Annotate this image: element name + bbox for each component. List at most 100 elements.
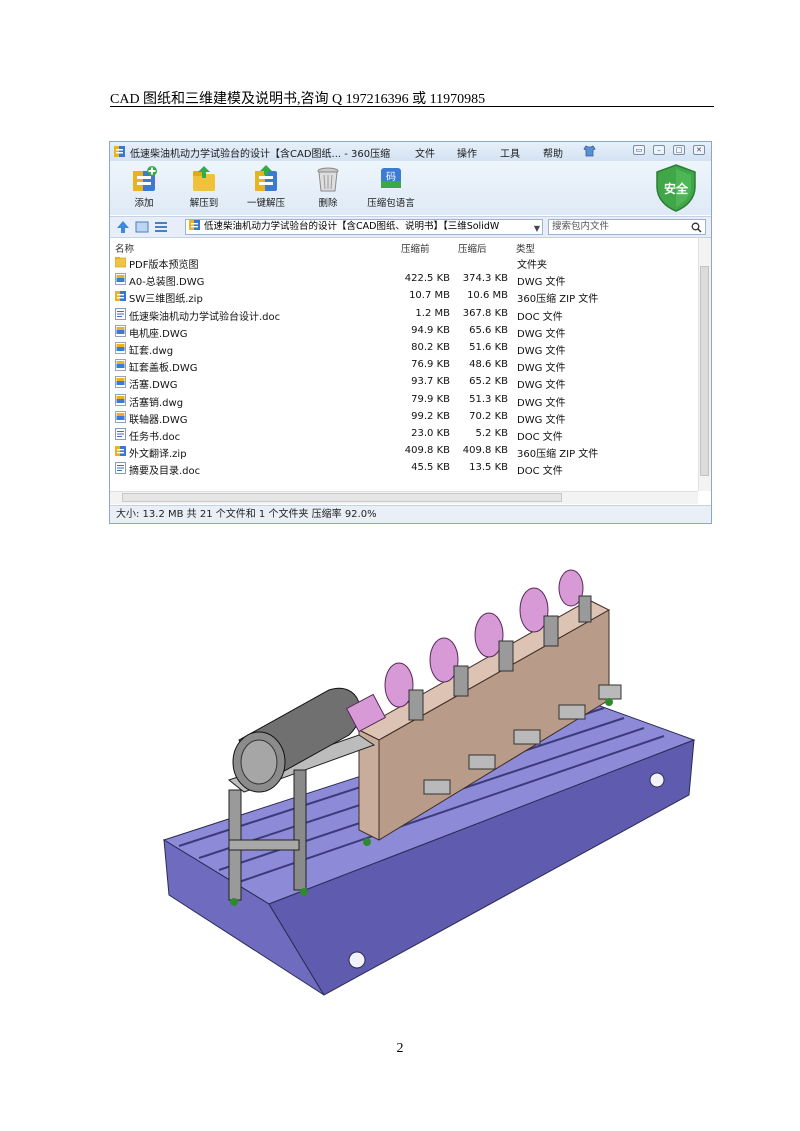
- delete-trash-icon: [317, 167, 339, 192]
- file-row[interactable]: 电机座.DWG 94.9 KB 65.6 KB DWG 文件: [110, 323, 698, 340]
- extract-to-label: 解压到: [189, 198, 219, 209]
- cad-model-render: [109, 540, 713, 1012]
- file-name: PDF版本预览图: [129, 260, 199, 271]
- file-row[interactable]: 摘要及目录.doc 45.5 KB 13.5 KB DOC 文件: [110, 460, 698, 477]
- size-before: 99.2 KB: [411, 410, 450, 422]
- vertical-scrollbar[interactable]: [698, 238, 711, 491]
- menu-tools[interactable]: 工具: [500, 145, 520, 160]
- file-name: 活塞.DWG: [129, 380, 178, 392]
- maximize-button[interactable]: □: [673, 145, 685, 155]
- size-after: 367.8 KB: [462, 307, 508, 319]
- file-row[interactable]: 任务书.doc 23.0 KB 5.2 KB DOC 文件: [110, 426, 698, 443]
- thumbnail-view-icon[interactable]: [135, 220, 149, 234]
- status-bar: 大小: 13.2 MB 共 21 个文件和 1 个文件夹 压缩率 92.0%: [110, 505, 711, 523]
- file-type: 360压缩 ZIP 文件: [517, 294, 599, 306]
- dwg-file-icon: [115, 342, 126, 354]
- feedback-icon[interactable]: ▭: [633, 145, 645, 155]
- close-button[interactable]: ✕: [693, 145, 705, 155]
- file-type: DOC 文件: [517, 311, 563, 323]
- menu-help[interactable]: 帮助: [543, 145, 563, 160]
- file-name: 活塞销.dwg: [129, 397, 184, 409]
- size-after: 10.6 MB: [467, 290, 508, 302]
- list-view-icon[interactable]: [154, 220, 168, 234]
- folder-icon: [115, 257, 126, 268]
- column-after[interactable]: 压缩后: [458, 241, 487, 255]
- header-rule: [110, 106, 714, 107]
- size-before: 80.2 KB: [411, 342, 450, 353]
- size-before: 76.9 KB: [411, 359, 450, 371]
- file-type: DWG 文件: [517, 414, 566, 426]
- one-click-extract-button[interactable]: 一键解压: [238, 165, 294, 213]
- skin-shirt-icon[interactable]: [583, 145, 596, 157]
- title-bar: 低速柴油机动力学试验台的设计【含CAD图纸... - 360压缩 文件 操作 工…: [110, 142, 711, 161]
- file-row[interactable]: PDF版本预览图 文件夹: [110, 254, 698, 271]
- security-badge[interactable]: 安全: [653, 163, 699, 213]
- add-archive-icon: [133, 166, 157, 191]
- file-name: 联轴器.DWG: [129, 414, 188, 426]
- column-type[interactable]: 类型: [516, 241, 535, 255]
- doc-file-icon: [115, 462, 126, 475]
- zip-file-icon: [115, 446, 126, 457]
- size-before: 409.8 KB: [404, 445, 450, 457]
- size-after: 48.6 KB: [469, 359, 508, 371]
- file-row[interactable]: A0-总装图.DWG 422.5 KB 374.3 KB DWG 文件: [110, 271, 698, 288]
- add-button[interactable]: 添加: [116, 165, 172, 213]
- delete-button[interactable]: 删除: [300, 165, 356, 213]
- file-name: A0-总装图.DWG: [129, 277, 205, 289]
- search-input[interactable]: 搜索包内文件: [548, 219, 706, 235]
- code-glyph: 码: [386, 171, 396, 183]
- shield-icon: 安全: [656, 164, 696, 212]
- archive-language-icon: 码: [381, 168, 401, 188]
- file-type: DWG 文件: [517, 328, 566, 340]
- menu-file[interactable]: 文件: [415, 145, 435, 160]
- test-bench-3d-model: [162, 569, 696, 996]
- file-row[interactable]: 外文翻译.zip 409.8 KB 409.8 KB 360压缩 ZIP 文件: [110, 443, 698, 460]
- file-name: 低速柴油机动力学试验台设计.doc: [129, 311, 281, 323]
- dwg-file-icon: [115, 359, 126, 372]
- column-before[interactable]: 压缩前: [401, 241, 430, 255]
- file-row[interactable]: 缸套盖板.DWG 76.9 KB 48.6 KB DWG 文件: [110, 357, 698, 374]
- size-after: 374.3 KB: [462, 273, 508, 285]
- archive-language-button[interactable]: 码 压缩包语言: [360, 165, 422, 213]
- dwg-file-icon: [115, 410, 126, 423]
- path-field[interactable]: 低速柴油机动力学试验台的设计【含CAD图纸、说明书】【三维SolidW ▼: [185, 219, 543, 235]
- file-type: DOC 文件: [517, 466, 563, 478]
- minimize-button[interactable]: –: [653, 145, 665, 155]
- column-name[interactable]: 名称: [115, 241, 134, 255]
- size-after: 5.2 KB: [475, 428, 509, 439]
- page-number: 2: [396, 1041, 404, 1056]
- file-row[interactable]: 联轴器.DWG 99.2 KB 70.2 KB DWG 文件: [110, 409, 698, 426]
- file-name: 任务书.doc: [129, 432, 181, 443]
- extract-to-button[interactable]: 解压到: [176, 165, 232, 213]
- add-label: 添加: [134, 198, 154, 209]
- file-name: 外文翻译.zip: [129, 449, 187, 461]
- archive-window: 低速柴油机动力学试验台的设计【含CAD图纸... - 360压缩 文件 操作 工…: [109, 141, 712, 524]
- vertical-scroll-thumb[interactable]: [700, 266, 709, 476]
- size-after: 51.6 KB: [469, 342, 508, 353]
- extract-to-icon: [193, 166, 215, 191]
- file-type: DOC 文件: [517, 432, 563, 443]
- menu-operation[interactable]: 操作: [457, 145, 477, 160]
- file-name: SW三维图纸.zip: [129, 294, 203, 306]
- file-type: DWG 文件: [517, 346, 566, 357]
- file-row[interactable]: 活塞.DWG 93.7 KB 65.2 KB DWG 文件: [110, 374, 698, 391]
- size-before: 45.5 KB: [411, 462, 450, 474]
- size-after: 409.8 KB: [462, 445, 508, 457]
- size-before: 422.5 KB: [404, 273, 450, 285]
- file-type: 文件夹: [517, 260, 547, 271]
- horizontal-scrollbar[interactable]: [110, 491, 698, 504]
- path-dropdown-icon[interactable]: ▼: [534, 222, 540, 234]
- search-icon[interactable]: [691, 222, 702, 233]
- file-row[interactable]: 低速柴油机动力学试验台设计.doc 1.2 MB 367.8 KB DOC 文件: [110, 306, 698, 323]
- file-name: 摘要及目录.doc: [129, 466, 201, 478]
- dwg-file-icon: [115, 376, 126, 389]
- file-type: DWG 文件: [517, 277, 566, 289]
- size-before: 94.9 KB: [411, 324, 450, 336]
- file-row[interactable]: 活塞销.dwg 79.9 KB 51.3 KB DWG 文件: [110, 392, 698, 409]
- up-arrow-icon[interactable]: [116, 220, 130, 234]
- toolbar: 添加 解压到 一键解压 删除 码 压缩包语言 安全: [110, 161, 711, 215]
- file-row[interactable]: SW三维图纸.zip 10.7 MB 10.6 MB 360压缩 ZIP 文件: [110, 288, 698, 305]
- size-before: 1.2 MB: [415, 307, 450, 319]
- horizontal-scroll-thumb[interactable]: [122, 493, 562, 502]
- file-row[interactable]: 缸套.dwg 80.2 KB 51.6 KB DWG 文件: [110, 340, 698, 357]
